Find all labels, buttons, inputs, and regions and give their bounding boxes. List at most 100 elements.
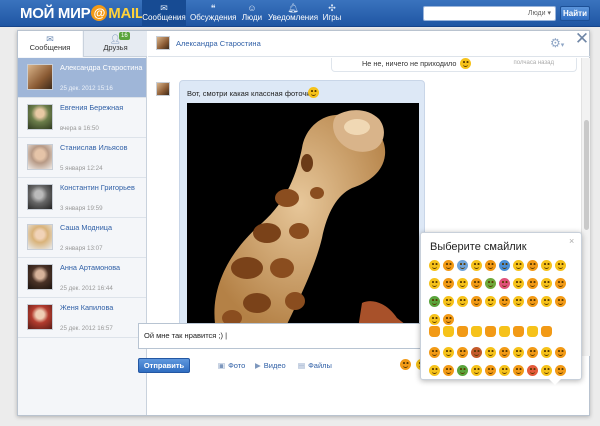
smile-icon[interactable]: [400, 359, 411, 370]
nav-tab-discussions[interactable]: ❝ Обсуждения: [190, 0, 237, 27]
smile-icon[interactable]: [485, 260, 496, 271]
nav-tab-people[interactable]: ☺ Люди: [239, 0, 265, 27]
contact-name: Евгения Бережная: [60, 103, 124, 112]
avatar: [27, 104, 53, 130]
smile-icon[interactable]: [429, 365, 440, 376]
contact-date: 25 дек. 2012 16:57: [60, 325, 113, 332]
tab-messages[interactable]: ✉ Сообщения: [18, 31, 82, 57]
giraffe-photo[interactable]: [187, 103, 419, 335]
smile-icon[interactable]: [471, 347, 482, 358]
smile-icon[interactable]: [443, 260, 454, 271]
smile-icon[interactable]: [527, 347, 538, 358]
friends-icon: 👤︎: [109, 34, 122, 44]
smile-icon[interactable]: [541, 347, 552, 358]
hand-icon[interactable]: [471, 326, 482, 337]
smile-icon[interactable]: [555, 365, 566, 376]
smile-icon[interactable]: [513, 278, 524, 289]
smile-icon[interactable]: [443, 347, 454, 358]
bell-icon: 🔔︎: [287, 3, 299, 13]
smile-icon[interactable]: [457, 296, 468, 307]
smile-icon[interactable]: [443, 296, 454, 307]
smile-icon[interactable]: [499, 365, 510, 376]
smile-icon[interactable]: [499, 278, 510, 289]
smile-icon[interactable]: [541, 278, 552, 289]
smile-icon[interactable]: [499, 347, 510, 358]
scrollbar-thumb[interactable]: [584, 120, 589, 230]
smile-icon[interactable]: [541, 260, 552, 271]
chat-scrollbar[interactable]: [581, 58, 590, 356]
attach-files-button[interactable]: ▤ Файлы: [298, 361, 332, 370]
smile-icon[interactable]: [485, 365, 496, 376]
smile-icon[interactable]: [555, 278, 566, 289]
smile-icon[interactable]: [513, 296, 524, 307]
attach-video-button[interactable]: ▶ Видео: [255, 361, 286, 370]
message-input[interactable]: Ой мне так нравится ;) |: [138, 323, 424, 349]
nav-tab-notifications[interactable]: 🔔︎ Уведомления: [268, 0, 318, 27]
hand-icon[interactable]: [457, 326, 468, 337]
close-icon[interactable]: ✕: [573, 30, 591, 48]
smile-icon[interactable]: [513, 347, 524, 358]
envelope-icon: ✉: [160, 3, 168, 13]
smile-icon[interactable]: [499, 296, 510, 307]
send-button[interactable]: Отправить: [138, 358, 190, 373]
smile-icon[interactable]: [527, 365, 538, 376]
smile-icon[interactable]: [499, 260, 510, 271]
smile-icon[interactable]: [429, 347, 440, 358]
smile-icon[interactable]: [485, 278, 496, 289]
hand-icon[interactable]: [429, 326, 440, 337]
search-scope-dropdown[interactable]: Люди ▾: [528, 9, 551, 17]
smile-icon[interactable]: [541, 365, 552, 376]
hand-icon[interactable]: [513, 326, 524, 337]
search-input[interactable]: [427, 8, 507, 19]
smile-icon[interactable]: [541, 296, 552, 307]
smile-icon[interactable]: [513, 365, 524, 376]
avatar[interactable]: [156, 36, 170, 50]
nav-tab-messages[interactable]: ✉ Сообщения: [142, 0, 186, 27]
smile-icon[interactable]: [457, 365, 468, 376]
smile-icon[interactable]: [429, 260, 440, 271]
smile-icon[interactable]: [471, 278, 482, 289]
nav-tab-games[interactable]: ✣ Игры: [321, 0, 343, 27]
contact-item[interactable]: Евгения Бережная вчера в 16:50: [18, 98, 146, 138]
smile-icon[interactable]: [443, 278, 454, 289]
smile-icon[interactable]: [527, 278, 538, 289]
smile-icon[interactable]: [457, 260, 468, 271]
smile-icon[interactable]: [429, 314, 440, 325]
hand-icon[interactable]: [541, 326, 552, 337]
gear-icon[interactable]: ⚙▾: [550, 36, 564, 50]
smile-icon[interactable]: [457, 347, 468, 358]
contact-item[interactable]: Александра Старостина 25 дек. 2012 15:16: [18, 58, 146, 98]
smile-icon[interactable]: [485, 296, 496, 307]
search-button[interactable]: Найти: [560, 6, 590, 21]
close-icon[interactable]: ×: [569, 236, 574, 246]
emoji-group-faces: [429, 260, 579, 332]
hand-icon[interactable]: [485, 326, 496, 337]
smile-icon[interactable]: [457, 278, 468, 289]
smile-icon[interactable]: [555, 260, 566, 271]
smile-icon[interactable]: [429, 278, 440, 289]
tab-friends[interactable]: 👤︎ 16 Друзья: [83, 31, 147, 57]
hand-icon[interactable]: [527, 326, 538, 337]
smile-icon[interactable]: [471, 365, 482, 376]
contact-item[interactable]: Женя Капилова 25 дек. 2012 16:57: [18, 298, 146, 338]
hand-icon[interactable]: [443, 326, 454, 337]
smile-icon[interactable]: [527, 296, 538, 307]
smile-icon[interactable]: [527, 260, 538, 271]
contact-item[interactable]: Анна Артамонова 25 дек. 2012 16:44: [18, 258, 146, 298]
smile-icon[interactable]: [471, 260, 482, 271]
smile-icon[interactable]: [429, 296, 440, 307]
attach-photo-button[interactable]: ▣ Фото: [218, 361, 245, 370]
contact-item[interactable]: Саша Модница 2 января 13:07: [18, 218, 146, 258]
smile-icon[interactable]: [443, 365, 454, 376]
comments-icon: ❝: [210, 3, 216, 13]
contact-item[interactable]: Станислав Ильясов 5 января 12:24: [18, 138, 146, 178]
smile-icon[interactable]: [471, 296, 482, 307]
smile-icon[interactable]: [443, 314, 454, 325]
smile-icon[interactable]: [485, 347, 496, 358]
smile-icon[interactable]: [555, 296, 566, 307]
smile-icon[interactable]: [555, 347, 566, 358]
hand-icon[interactable]: [499, 326, 510, 337]
smile-icon[interactable]: [513, 260, 524, 271]
contact-item[interactable]: Константин Григорьев 3 января 19:59: [18, 178, 146, 218]
chat-contact-name[interactable]: Александра Старостина: [176, 39, 261, 48]
